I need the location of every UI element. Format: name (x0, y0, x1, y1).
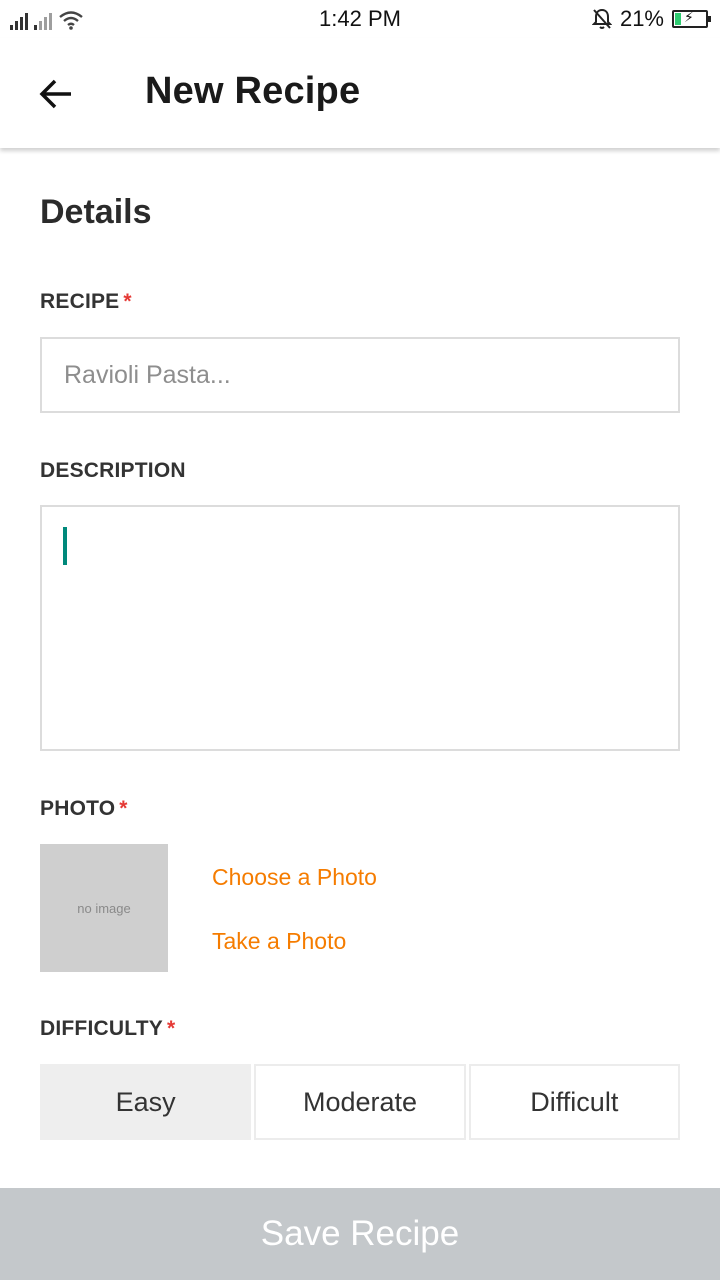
section-title: Details (40, 193, 152, 231)
take-photo-link[interactable]: Take a Photo (212, 928, 346, 955)
difficulty-selector: Easy Moderate Difficult (40, 1064, 680, 1140)
back-button[interactable] (28, 70, 84, 118)
recipe-form: Details RECIPE* DESCRIPTION PHOTO* no im… (0, 148, 720, 1188)
battery-percent: 21% (619, 6, 664, 31)
description-label: DESCRIPTION (40, 459, 186, 482)
required-mark: * (123, 290, 132, 313)
difficulty-label: DIFFICULTY * (40, 1017, 175, 1041)
battery-fill (675, 13, 681, 25)
difficulty-moderate-button[interactable]: Moderate (254, 1064, 466, 1140)
mute-bell-icon (591, 8, 612, 29)
photo-label-text: PHOTO (40, 797, 116, 820)
save-recipe-button[interactable]: Save Recipe (0, 1188, 720, 1280)
arrow-left-icon (39, 79, 71, 109)
charging-bolt-icon: ⚡ (684, 9, 694, 25)
recipe-label: RECIPE * (40, 290, 132, 314)
status-right: 21% ⚡ (591, 6, 711, 32)
recipe-label-text: RECIPE (40, 290, 120, 313)
difficulty-easy-button[interactable]: Easy (40, 1064, 252, 1140)
text-caret (63, 527, 67, 565)
battery-icon: ⚡ (672, 9, 711, 28)
recipe-name-input[interactable] (40, 337, 680, 413)
difficulty-label-text: DIFFICULTY (40, 1017, 163, 1040)
required-mark: * (166, 1017, 176, 1040)
choose-photo-link[interactable]: Choose a Photo (212, 864, 377, 891)
required-mark: * (119, 797, 128, 820)
photo-label: PHOTO * (40, 797, 128, 821)
status-bar: 1:42 PM 21% ⚡ (0, 0, 720, 38)
photo-placeholder: no image (40, 844, 168, 972)
description-textarea[interactable] (40, 505, 680, 751)
page-title: New Recipe (145, 70, 361, 112)
difficulty-difficult-button[interactable]: Difficult (468, 1064, 680, 1140)
app-bar: New Recipe (0, 38, 720, 148)
no-image-text: no image (77, 900, 131, 916)
